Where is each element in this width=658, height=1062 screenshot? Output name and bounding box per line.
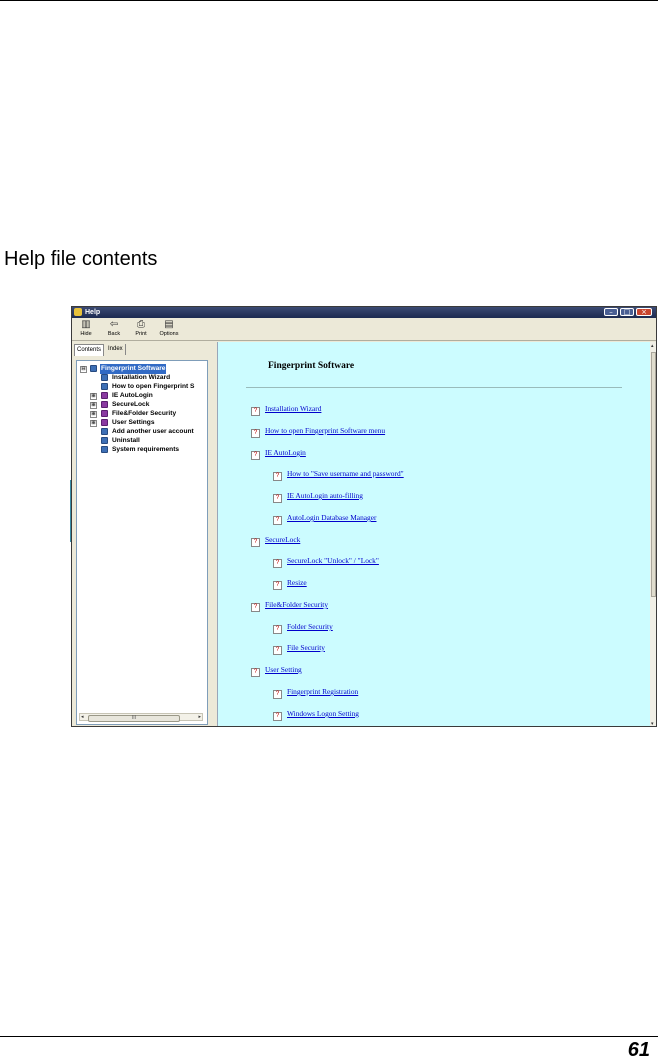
print-icon: ⎙ [137, 319, 145, 330]
close-button[interactable]: × [636, 308, 652, 316]
link-autologin-db[interactable]: ? AutoLogin Database Manager [273, 513, 376, 525]
scroll-left-icon[interactable]: ◂ [81, 714, 84, 720]
topic-icon: ? [251, 603, 260, 612]
contents-tree: ⊟ Fingerprint Software Installation Wiza… [76, 360, 208, 725]
topic-icon: ? [273, 559, 282, 568]
topic-icon: ? [273, 625, 282, 634]
window-title: Help [85, 309, 101, 316]
minimize-button[interactable]: – [604, 308, 618, 316]
tab-contents[interactable]: Contents [74, 344, 105, 356]
help-content-pane: Fingerprint Software ? Installation Wizar… [217, 342, 650, 726]
link-installation-wizard[interactable]: ? Installation Wizard [251, 404, 321, 416]
expand-icon[interactable]: ⊞ [90, 411, 97, 418]
topic-icon: ? [251, 668, 260, 677]
top-rule [0, 0, 658, 1]
topic-icon: ? [251, 538, 260, 547]
link-windows-logon[interactable]: ? Windows Logon Setting [273, 709, 359, 721]
print-button[interactable]: ⎙ Print [129, 319, 153, 338]
page-icon [101, 428, 108, 435]
book-closed-icon [101, 410, 108, 417]
options-button[interactable]: ▤ Options [157, 319, 181, 338]
expand-icon[interactable]: ⊞ [90, 393, 97, 400]
pane-splitter[interactable] [210, 342, 216, 726]
link-folder-security[interactable]: ? Folder Security [273, 622, 333, 634]
bottom-rule [0, 1036, 658, 1037]
page-icon [101, 383, 108, 390]
topic-icon: ? [251, 451, 260, 460]
options-icon: ▤ [164, 319, 174, 330]
tree-item-label: System requirements [112, 446, 180, 453]
tab-index[interactable]: Index [106, 344, 126, 355]
hide-button[interactable]: ▥ Hide [74, 319, 98, 338]
link-resize[interactable]: ? Resize [273, 578, 307, 590]
link-securelock[interactable]: ? SecureLock [251, 535, 300, 547]
link-ie-autologin[interactable]: ? IE AutoLogin [251, 448, 306, 460]
maximize-button[interactable]: □ [620, 308, 634, 316]
link-fingerprint-registration[interactable]: ? Fingerprint Registration [273, 687, 358, 699]
horizontal-scrollbar[interactable]: ◂ III ▸ [79, 713, 203, 722]
options-label: Options [159, 331, 179, 337]
back-label: Back [107, 331, 121, 337]
page-icon [101, 437, 108, 444]
vertical-scroll-thumb[interactable] [651, 352, 656, 597]
link-securelock-unlock[interactable]: ? SecureLock "Unlock" / "Lock" [273, 556, 379, 568]
book-closed-icon [101, 401, 108, 408]
book-open-icon [90, 365, 97, 372]
page-number: 61 [627, 1039, 650, 1061]
collapse-icon[interactable]: ⊟ [80, 366, 87, 373]
scroll-thumb[interactable]: III [88, 715, 180, 722]
link-file-security[interactable]: ? File Security [273, 643, 325, 655]
help-app-icon [74, 308, 82, 316]
back-icon: ⇦ [109, 319, 119, 330]
help-window: Help – □ × ▥ Hide ⇦ Back ⎙ Print ▤ Optio… [71, 306, 657, 727]
scroll-right-icon[interactable]: ▸ [198, 714, 201, 720]
page-icon [101, 446, 108, 453]
link-user-setting[interactable]: ? User Setting [251, 665, 302, 677]
link-file-folder-security[interactable]: ? File&Folder Security [251, 600, 328, 612]
link-autologin-filling[interactable]: ? IE AutoLogin auto-filling [273, 491, 363, 503]
book-closed-icon [101, 392, 108, 399]
topic-icon: ? [273, 472, 282, 481]
divider [246, 387, 622, 388]
content-heading: Fingerprint Software [268, 361, 355, 371]
toolbar: ▥ Hide ⇦ Back ⎙ Print ▤ Options [72, 318, 656, 341]
topic-icon: ? [273, 494, 282, 503]
expand-icon[interactable]: ⊞ [90, 402, 97, 409]
hide-icon: ▥ [81, 319, 91, 330]
hide-label: Hide [80, 331, 92, 337]
expand-icon[interactable]: ⊞ [90, 420, 97, 427]
link-save-username[interactable]: ? How to "Save username and password" [273, 469, 404, 481]
topic-icon: ? [273, 516, 282, 525]
vertical-scrollbar[interactable]: ▴ ▾ [650, 342, 656, 726]
book-closed-icon [101, 419, 108, 426]
link-how-to-open[interactable]: ? How to open Fingerprint Software menu [251, 426, 385, 438]
topic-icon: ? [251, 429, 260, 438]
figure-caption: Help file contents [4, 248, 158, 270]
scroll-up-icon[interactable]: ▴ [651, 343, 654, 349]
back-button[interactable]: ⇦ Back [102, 319, 126, 338]
topic-icon: ? [273, 646, 282, 655]
topic-icon: ? [273, 581, 282, 590]
title-bar: Help – □ × [72, 307, 656, 318]
topic-icon: ? [273, 712, 282, 721]
page-icon [101, 374, 108, 381]
print-label: Print [135, 331, 147, 337]
topic-icon: ? [251, 407, 260, 416]
topic-icon: ? [273, 690, 282, 699]
scroll-down-icon[interactable]: ▾ [651, 721, 654, 726]
